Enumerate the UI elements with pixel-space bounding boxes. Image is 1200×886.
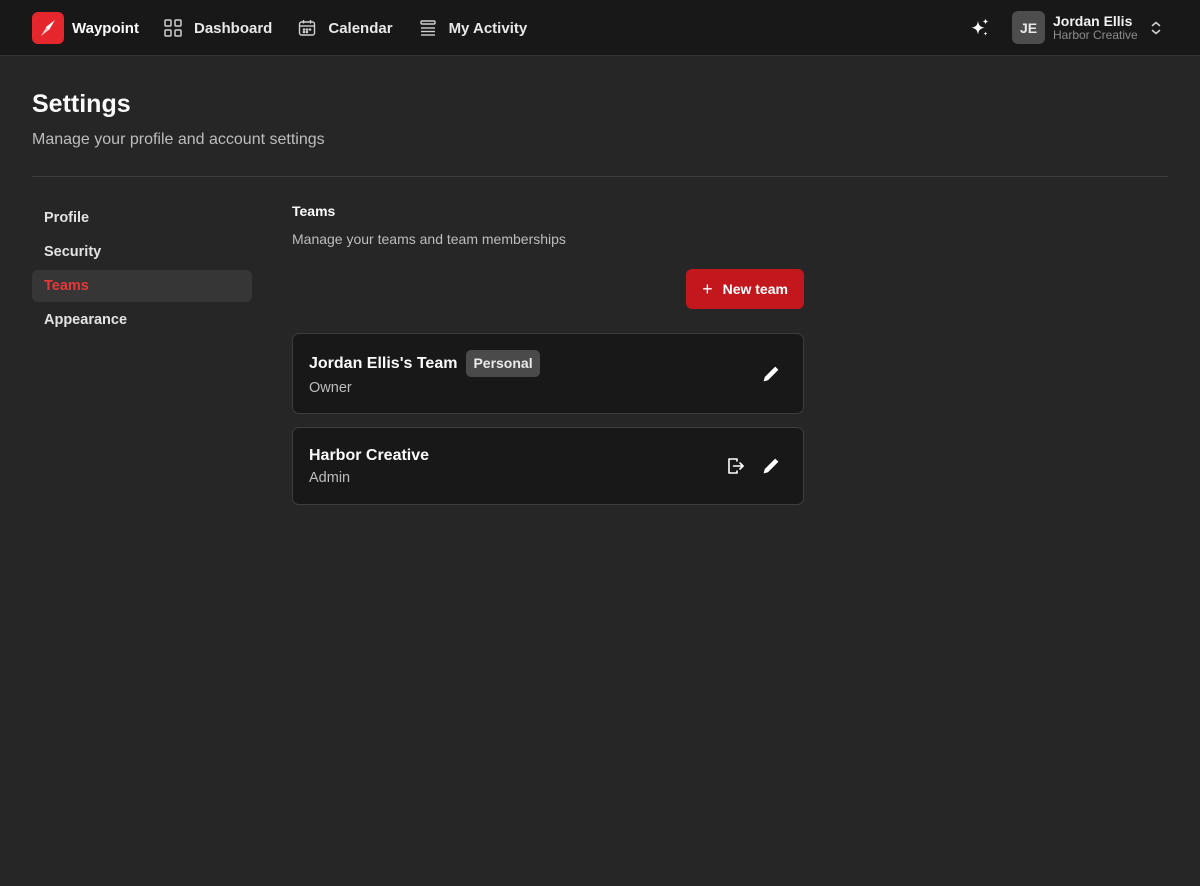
nav-item-label: My Activity (448, 19, 528, 37)
nav-item-label: Dashboard (194, 19, 273, 37)
chevron-up-down-icon (1151, 21, 1161, 34)
team-card: Harbor Creative Admin (292, 427, 804, 505)
brand[interactable]: Waypoint (32, 12, 139, 44)
user-team: Harbor Creative (1053, 27, 1138, 42)
new-team-label: New team (722, 281, 788, 297)
sidebar-item-security[interactable]: Security (32, 236, 252, 268)
page-subtitle: Manage your profile and account settings (32, 131, 325, 148)
team-name-row: Jordan Ellis's Team Personal (309, 350, 540, 377)
grid-icon (164, 19, 182, 37)
section-title: Teams (292, 203, 336, 219)
top-navigation-bar: Waypoint Dashboard Calendar My Activity … (0, 0, 1200, 56)
personal-badge: Personal (466, 350, 540, 377)
list-icon (419, 20, 436, 36)
ai-sparkle-button[interactable] (968, 16, 992, 40)
edit-team-button[interactable] (759, 362, 783, 386)
page-title: Settings (32, 90, 131, 118)
main-nav: Dashboard Calendar My Activity (164, 0, 553, 56)
sidebar-item-teams[interactable]: Teams (32, 270, 252, 302)
nav-item-calendar[interactable]: Calendar (298, 19, 393, 37)
leave-icon (728, 458, 744, 474)
user-switcher[interactable]: JE Jordan Ellis Harbor Creative (1012, 11, 1162, 44)
settings-sidebar: Profile Security Teams Appearance (32, 202, 252, 338)
sidebar-item-profile[interactable]: Profile (32, 202, 252, 234)
avatar: JE (1012, 11, 1045, 44)
new-team-button[interactable]: + New team (686, 269, 804, 309)
pencil-icon (763, 458, 779, 474)
team-name-row: Harbor Creative (309, 447, 429, 465)
calendar-icon (299, 20, 316, 36)
sparkle-icon (971, 18, 989, 36)
team-name: Jordan Ellis's Team (309, 354, 458, 372)
team-card: Jordan Ellis's Team Personal Owner (292, 333, 804, 414)
brand-name: Waypoint (72, 19, 139, 37)
pencil-icon (763, 366, 779, 382)
section-subtitle: Manage your teams and team memberships (292, 231, 566, 247)
team-role: Admin (309, 470, 351, 486)
user-name: Jordan Ellis (1053, 12, 1133, 29)
team-role: Owner (309, 380, 352, 396)
plus-icon: + (702, 279, 713, 299)
team-name: Harbor Creative (309, 447, 430, 464)
compass-logo-icon (32, 12, 64, 44)
edit-team-button[interactable] (759, 454, 783, 478)
leave-team-button[interactable] (724, 454, 748, 478)
divider (32, 176, 1168, 177)
nav-item-my-activity[interactable]: My Activity (419, 19, 528, 37)
sidebar-item-appearance[interactable]: Appearance (32, 304, 252, 336)
user-info: Jordan Ellis Harbor Creative (1053, 13, 1138, 43)
nav-item-dashboard[interactable]: Dashboard (164, 19, 272, 37)
nav-item-label: Calendar (328, 19, 393, 37)
